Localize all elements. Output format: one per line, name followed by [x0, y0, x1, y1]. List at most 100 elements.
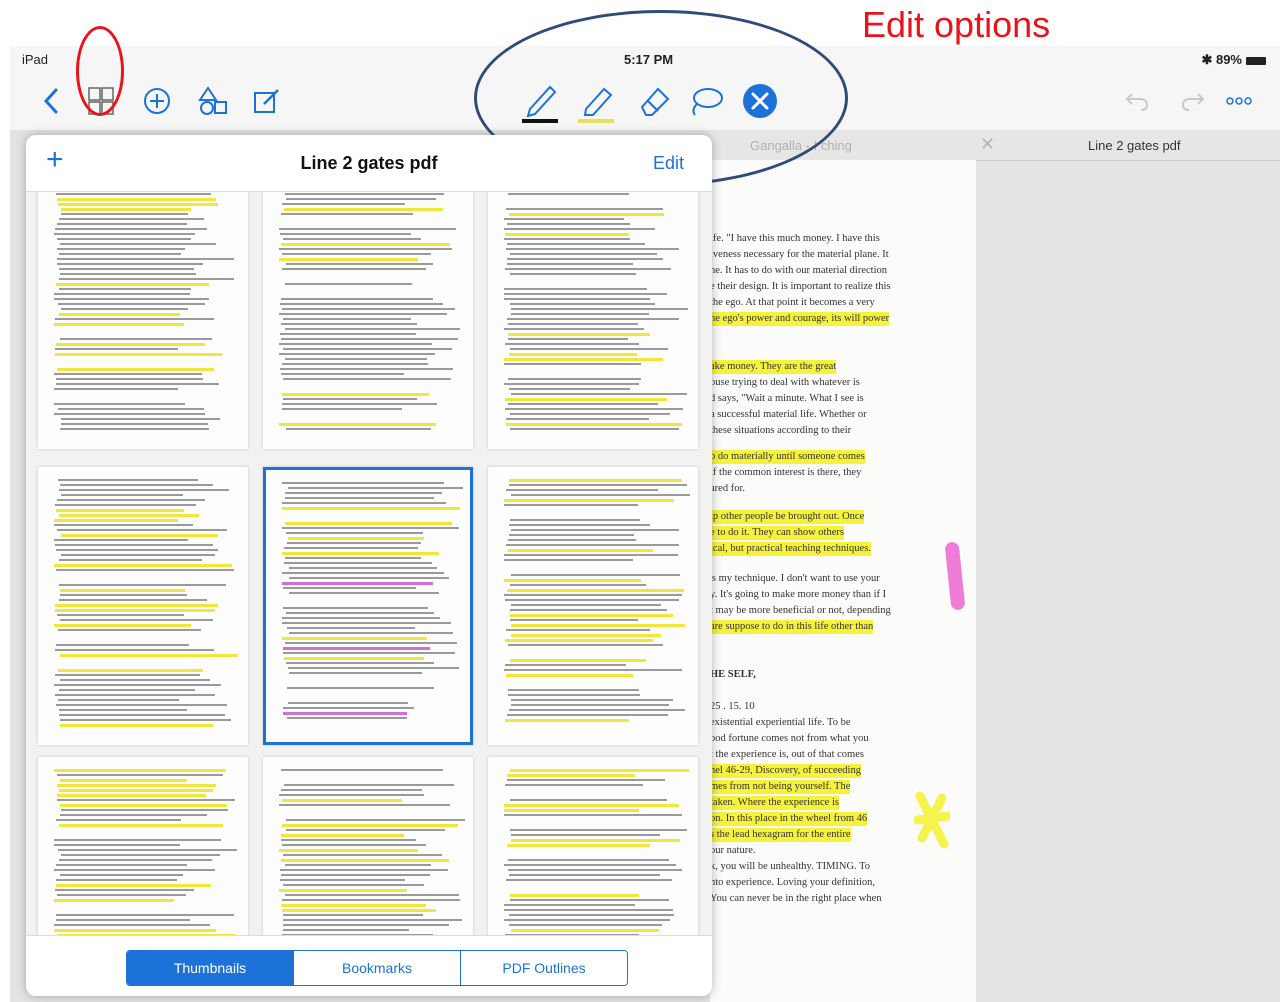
thumbnail-text-line [283, 929, 409, 931]
thumbnail-text-line [281, 874, 430, 876]
document-text-line: k, you will be unhealthy. TIMING. To [710, 861, 871, 872]
page-thumbnail[interactable] [263, 191, 473, 449]
thumbnail-text-line [511, 529, 679, 531]
thumbnail-text-line [286, 198, 436, 200]
thumbnail-text-line [504, 383, 639, 385]
thumbnail-text-line [287, 542, 421, 544]
thumbnail-text-line [505, 639, 653, 642]
document-text-line: t the experience is, out of that comes [710, 749, 864, 760]
thumbnail-text-line [283, 707, 414, 709]
thumbnail-text-line [283, 238, 421, 240]
document-text-line: nto experience. Loving your definition, [710, 877, 876, 888]
document-page: ife. "I have this much money. I have thi… [710, 160, 976, 1002]
compose-button[interactable] [250, 82, 284, 120]
page-thumbnail[interactable] [263, 467, 473, 745]
thumbnail-text-line [282, 572, 444, 574]
thumbnail-text-line [54, 373, 202, 375]
thumbnail-text-line [55, 649, 214, 651]
thumbnail-text-line [511, 929, 659, 932]
page-thumbnail[interactable] [38, 757, 248, 936]
thumbnail-text-line [506, 879, 672, 881]
page-thumbnail[interactable] [488, 467, 698, 745]
thumbnail-text-line [510, 348, 668, 350]
undo-icon [1125, 93, 1149, 111]
thumbnail-text-line [289, 577, 449, 579]
page-thumbnail[interactable] [488, 757, 698, 936]
thumbnail-text-line [283, 652, 455, 654]
thumbnail-text-line [508, 378, 641, 380]
tab-close-icon[interactable]: ✕ [980, 134, 995, 155]
thumbnail-text-line [55, 228, 207, 230]
thumbnail-text-line [282, 582, 433, 585]
page-thumbnail[interactable] [263, 757, 473, 936]
page-thumbnail[interactable] [38, 467, 248, 745]
thumbnail-text-line [281, 769, 443, 771]
more-button[interactable] [1222, 82, 1256, 120]
thumbnail-text-line [279, 794, 424, 796]
thumbnail-text-line [56, 644, 189, 646]
thumbnail-text-line [285, 497, 434, 499]
thumbnail-text-line [60, 594, 187, 596]
thumbnail-text-line [282, 527, 459, 529]
thumbnail-text-line [59, 789, 213, 792]
thumbnail-text-line [509, 353, 637, 356]
thumbnail-text-line [60, 874, 183, 876]
thumbnail-text-line [510, 659, 646, 662]
edit-button[interactable]: Edit [653, 153, 684, 174]
page-thumbnail[interactable] [488, 191, 698, 449]
undo-button[interactable] [1122, 82, 1152, 120]
thumbnail-text-line [57, 774, 223, 776]
document-text-line: e to do it. They can show others [710, 526, 844, 540]
thumbnail-text-line [281, 839, 416, 841]
thumbnail-text-line [288, 667, 459, 669]
thumbnail-text-line [505, 599, 679, 601]
document-text-line: o do materially until someone comes [710, 450, 865, 464]
popover-header: + Line 2 gates pdf Edit [26, 135, 712, 192]
redo-button[interactable] [1178, 82, 1208, 120]
thumbnail-text-line [509, 709, 685, 711]
thumbnail-text-line [54, 524, 193, 526]
thumbnail-text-line [56, 193, 211, 195]
thumbnail-text-line [510, 519, 640, 521]
thumbnail-text-line [509, 924, 662, 926]
thumbnail-text-line [506, 418, 649, 420]
segment-bookmarks[interactable]: Bookmarks [293, 951, 460, 985]
battery-status: ✱ 89% [1201, 52, 1266, 68]
thumbnail-text-line [280, 869, 448, 871]
thumbnail-text-line [61, 554, 215, 556]
document-text-line: mes from not being yourself. The [710, 780, 851, 794]
thumbnail-text-line [510, 584, 646, 586]
thumbnail-text-line [504, 238, 630, 240]
thumbnail-text-line [509, 388, 630, 390]
thumbnail-text-line [59, 514, 199, 517]
thumbnail-text-line [508, 333, 650, 336]
shapes-button[interactable] [196, 82, 230, 120]
tab-line-2-gates[interactable]: Line 2 gates pdf [1088, 138, 1181, 153]
thumbnail-text-line [54, 839, 221, 841]
thumbnail-text-line [283, 924, 449, 926]
segment-thumbnails[interactable]: Thumbnails [127, 951, 293, 985]
thumbnail-text-line [279, 228, 456, 230]
thumbnail-text-line [281, 323, 417, 325]
thumbnail-text-line [510, 769, 689, 772]
thumbnail-text-line [54, 298, 209, 300]
thumbnail-text-line [510, 253, 657, 255]
thumbnail-text-line [506, 674, 633, 677]
thumbnail-text-line [283, 378, 451, 380]
thumbnail-text-line [506, 248, 679, 250]
page-thumbnail[interactable] [38, 191, 248, 449]
thumbnail-text-line [59, 824, 223, 827]
thumbnail-text-line [55, 889, 194, 891]
back-button[interactable] [36, 82, 66, 120]
thumbnail-text-line [57, 248, 185, 250]
thumbnail-text-line [280, 303, 443, 305]
thumbnail-text-line [56, 509, 184, 512]
more-icon [1226, 97, 1252, 105]
segment-pdf-outlines[interactable]: PDF Outlines [460, 951, 627, 985]
thumbnail-text-line [285, 894, 459, 896]
thumbnail-text-line [510, 303, 655, 305]
thumbnail-text-line [59, 288, 191, 290]
thumbnail-text-line [510, 413, 670, 415]
add-button[interactable] [140, 82, 174, 120]
thumbnail-text-line [282, 552, 439, 555]
